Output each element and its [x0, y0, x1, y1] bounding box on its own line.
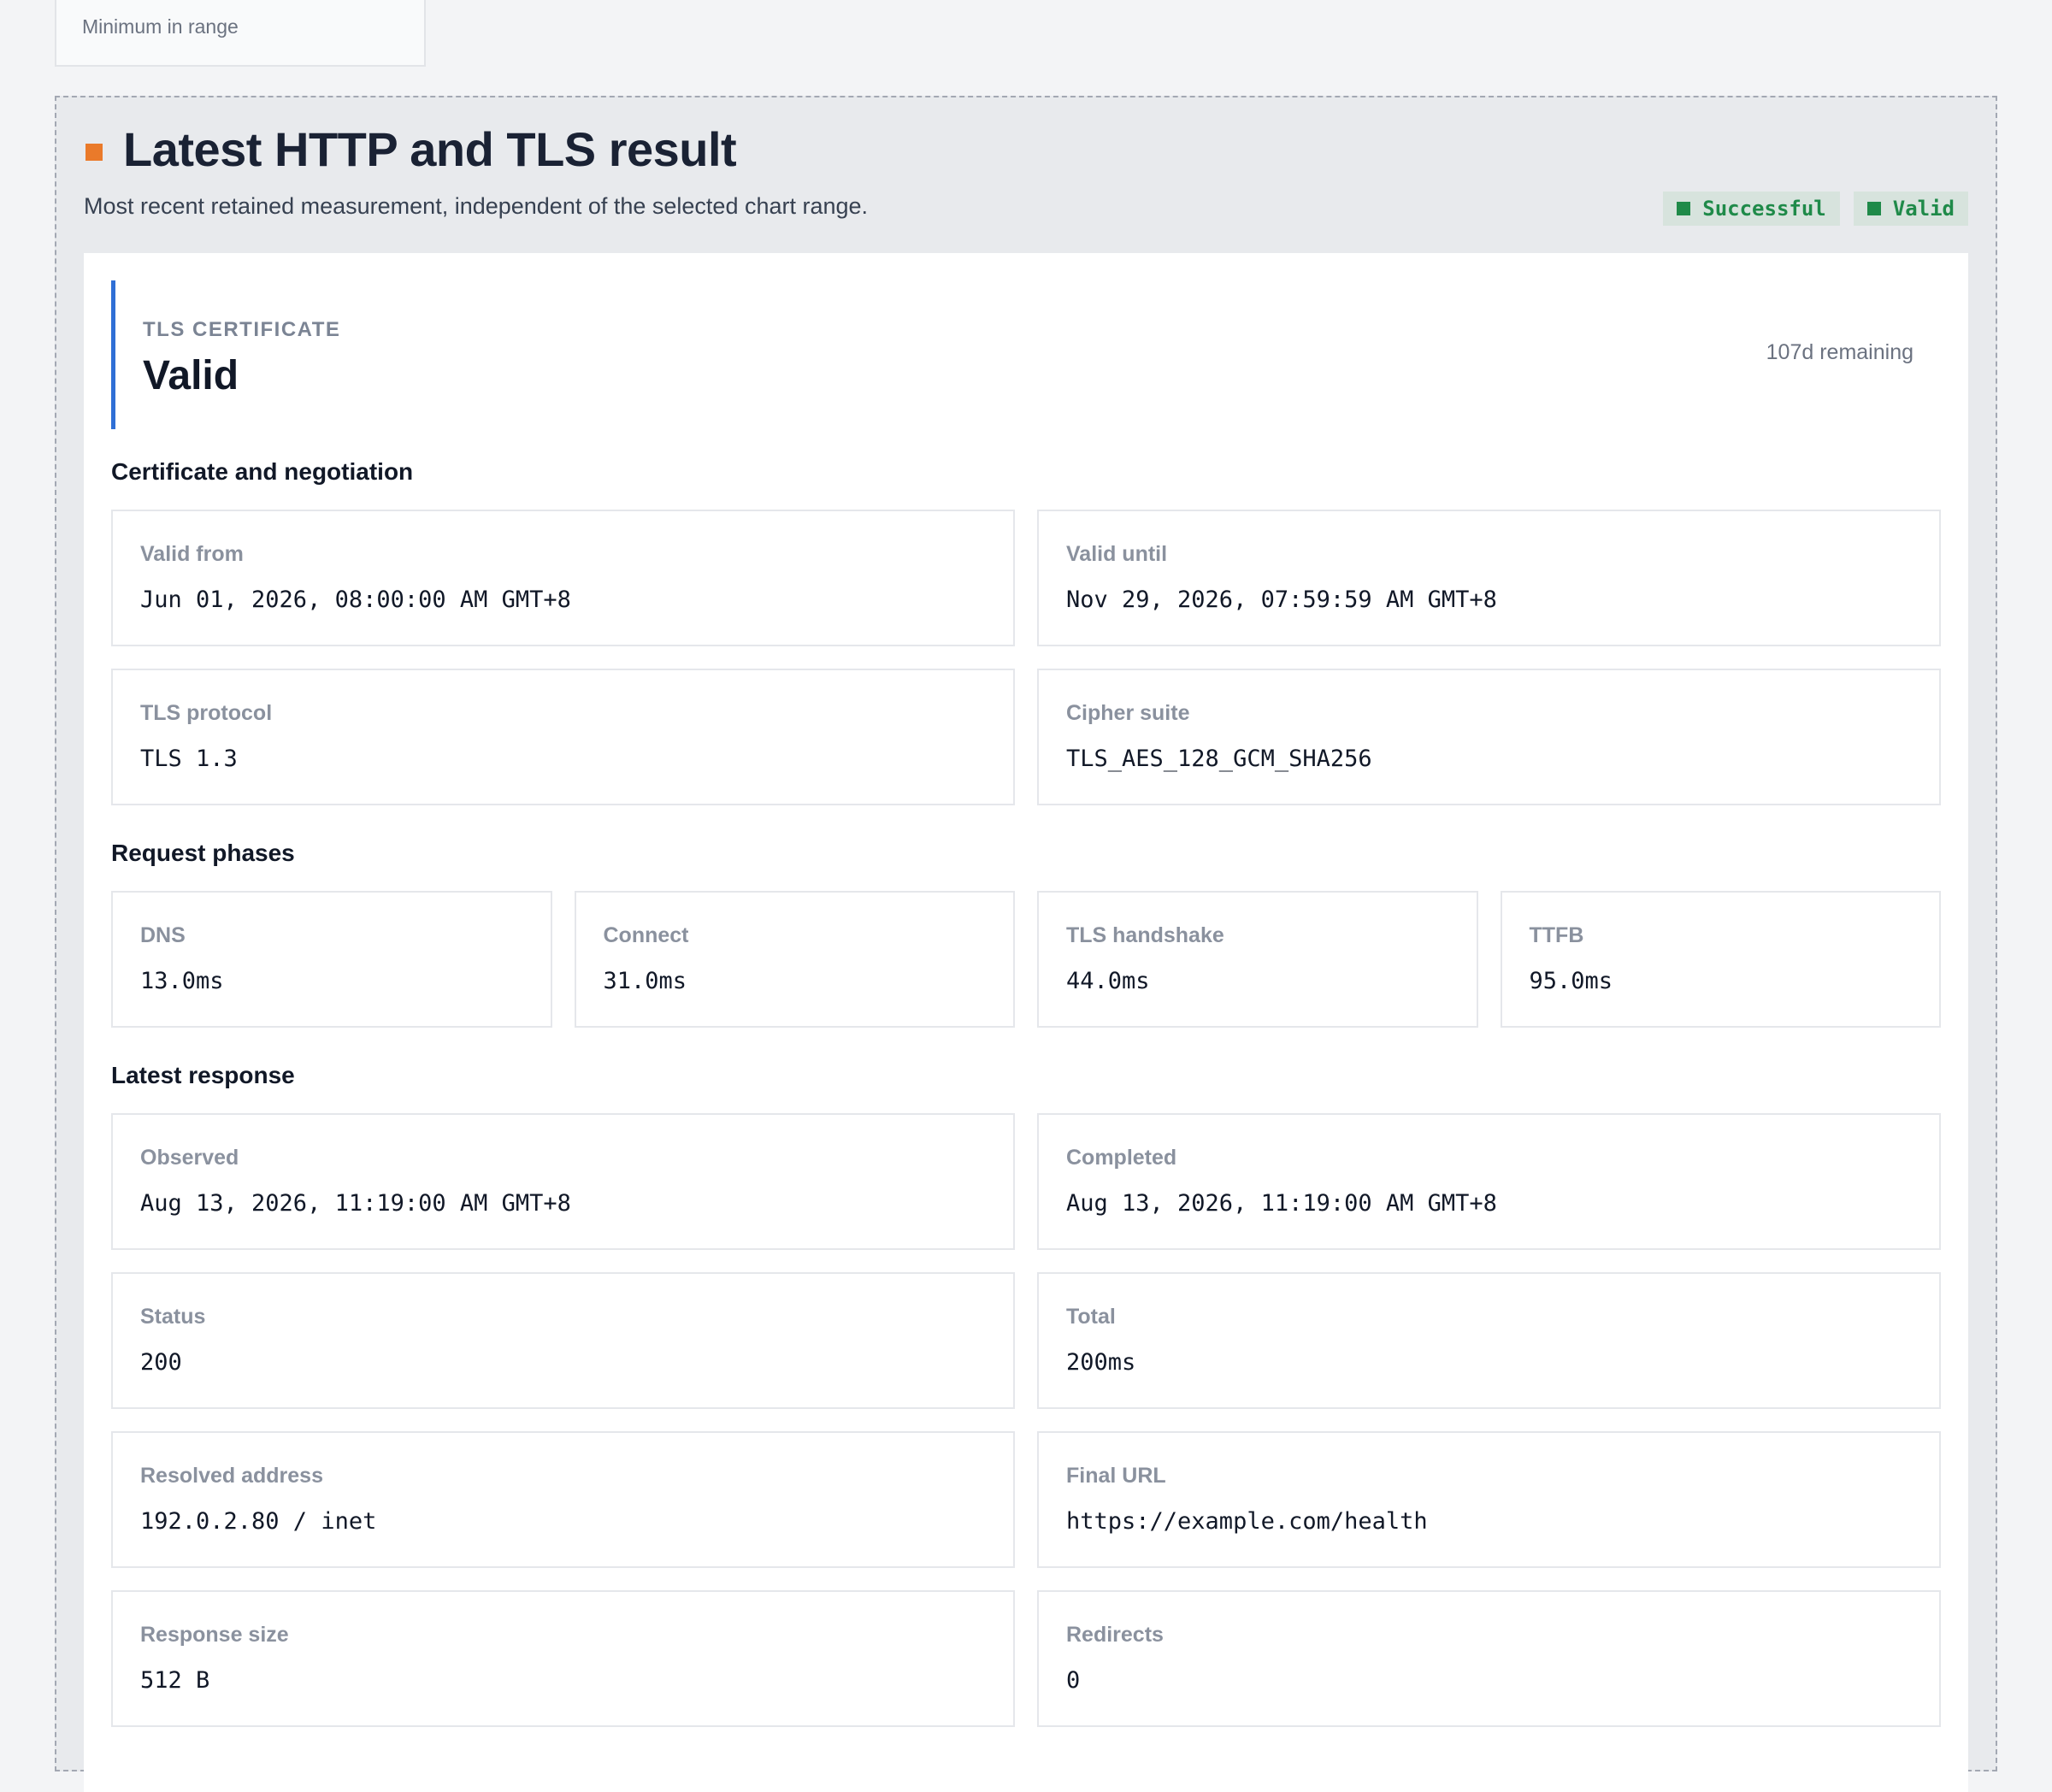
total-time-field: Total 200ms	[1037, 1272, 1941, 1409]
status-square-icon	[1866, 202, 1881, 215]
field-value: 95.0ms	[1529, 968, 1613, 994]
field-label: Observed	[140, 1146, 239, 1170]
field-label: Connect	[603, 923, 689, 947]
request-phases-heading: Request phases	[111, 840, 295, 866]
negotiation-heading: Certificate and negotiation	[111, 458, 414, 485]
field-value: Aug 13, 2026, 11:19:00 AM GMT+8	[1066, 1190, 1497, 1217]
field-label: Completed	[1066, 1146, 1177, 1170]
field-value: 512 B	[140, 1667, 210, 1694]
status-badges: Successful Valid	[1663, 192, 1968, 226]
negotiation-grid: Valid from Jun 01, 2026, 08:00:00 AM GMT…	[111, 510, 1941, 805]
redirects-field: Redirects 0	[1037, 1590, 1941, 1727]
field-value: 192.0.2.80 / inet	[140, 1508, 377, 1535]
valid-until-field: Valid until Nov 29, 2026, 07:59:59 AM GM…	[1037, 510, 1941, 646]
field-label: DNS	[140, 923, 186, 947]
section-marker-icon	[86, 144, 103, 161]
field-value: Aug 13, 2026, 11:19:00 AM GMT+8	[140, 1190, 571, 1217]
status-square-icon	[1677, 202, 1691, 215]
valid-from-field: Valid from Jun 01, 2026, 08:00:00 AM GMT…	[111, 510, 1015, 646]
field-value: 44.0ms	[1066, 968, 1150, 994]
section-title: Latest HTTP and TLS result	[123, 122, 737, 176]
completed-field: Completed Aug 13, 2026, 11:19:00 AM GMT+…	[1037, 1113, 1941, 1250]
field-value: 200	[140, 1349, 182, 1376]
field-value: 31.0ms	[603, 968, 687, 994]
successful-badge: Successful	[1663, 192, 1840, 226]
field-value: 13.0ms	[140, 968, 224, 994]
final-url-field: Final URL https://example.com/health	[1037, 1431, 1941, 1568]
latest-result-section: Latest HTTP and TLS result Most recent r…	[55, 96, 1997, 1792]
request-phases-grid: DNS 13.0ms Connect 31.0ms TLS handshake …	[111, 891, 1941, 1028]
observed-field: Observed Aug 13, 2026, 11:19:00 AM GMT+8	[111, 1113, 1015, 1250]
resolved-address-field: Resolved address 192.0.2.80 / inet	[111, 1431, 1015, 1568]
section-subtitle: Most recent retained measurement, indepe…	[84, 193, 869, 219]
field-label: TLS protocol	[140, 701, 273, 725]
field-label: Status	[140, 1305, 206, 1329]
tls-protocol-field: TLS protocol TLS 1.3	[111, 669, 1015, 805]
minimum-in-range-label: Minimum in range	[82, 15, 239, 38]
latest-response-grid: Observed Aug 13, 2026, 11:19:00 AM GMT+8…	[111, 1113, 1941, 1727]
field-value: TLS_AES_128_GCM_SHA256	[1066, 746, 1372, 772]
dns-phase-field: DNS 13.0ms	[111, 891, 552, 1028]
successful-badge-label: Successful	[1702, 197, 1826, 221]
result-panel: TLS CERTIFICATE Valid 107d remaining Cer…	[84, 253, 1968, 1792]
valid-badge: Valid	[1853, 192, 1968, 226]
field-label: TTFB	[1529, 923, 1584, 947]
field-value: Nov 29, 2026, 07:59:59 AM GMT+8	[1066, 587, 1497, 613]
field-label: TLS handshake	[1066, 923, 1224, 947]
tls-certificate-banner: TLS CERTIFICATE Valid 107d remaining	[111, 280, 1941, 429]
field-value: 0	[1066, 1667, 1081, 1694]
ttfb-phase-field: TTFB 95.0ms	[1500, 891, 1941, 1028]
tls-certificate-kicker: TLS CERTIFICATE	[143, 318, 341, 341]
status-code-field: Status 200	[111, 1272, 1015, 1409]
field-label: Total	[1066, 1305, 1116, 1329]
latest-response-heading: Latest response	[111, 1062, 295, 1088]
field-label: Response size	[140, 1623, 289, 1647]
certificate-remaining-days: 107d remaining	[1766, 340, 1913, 364]
response-size-field: Response size 512 B	[111, 1590, 1015, 1727]
field-value: TLS 1.3	[140, 746, 238, 772]
cipher-suite-field: Cipher suite TLS_AES_128_GCM_SHA256	[1037, 669, 1941, 805]
tls-handshake-phase-field: TLS handshake 44.0ms	[1037, 891, 1478, 1028]
field-label: Resolved address	[140, 1464, 323, 1488]
valid-badge-label: Valid	[1892, 197, 1955, 221]
field-value: Jun 01, 2026, 08:00:00 AM GMT+8	[140, 587, 571, 613]
field-value: 200ms	[1066, 1349, 1136, 1376]
field-label: Redirects	[1066, 1623, 1164, 1647]
minimum-in-range-card: Minimum in range	[55, 0, 426, 67]
connect-phase-field: Connect 31.0ms	[574, 891, 1015, 1028]
field-label: Valid until	[1066, 542, 1168, 566]
tls-certificate-status: Valid	[143, 353, 239, 398]
field-value: https://example.com/health	[1066, 1508, 1428, 1535]
field-label: Final URL	[1066, 1464, 1166, 1488]
field-label: Valid from	[140, 542, 244, 566]
field-label: Cipher suite	[1066, 701, 1190, 725]
